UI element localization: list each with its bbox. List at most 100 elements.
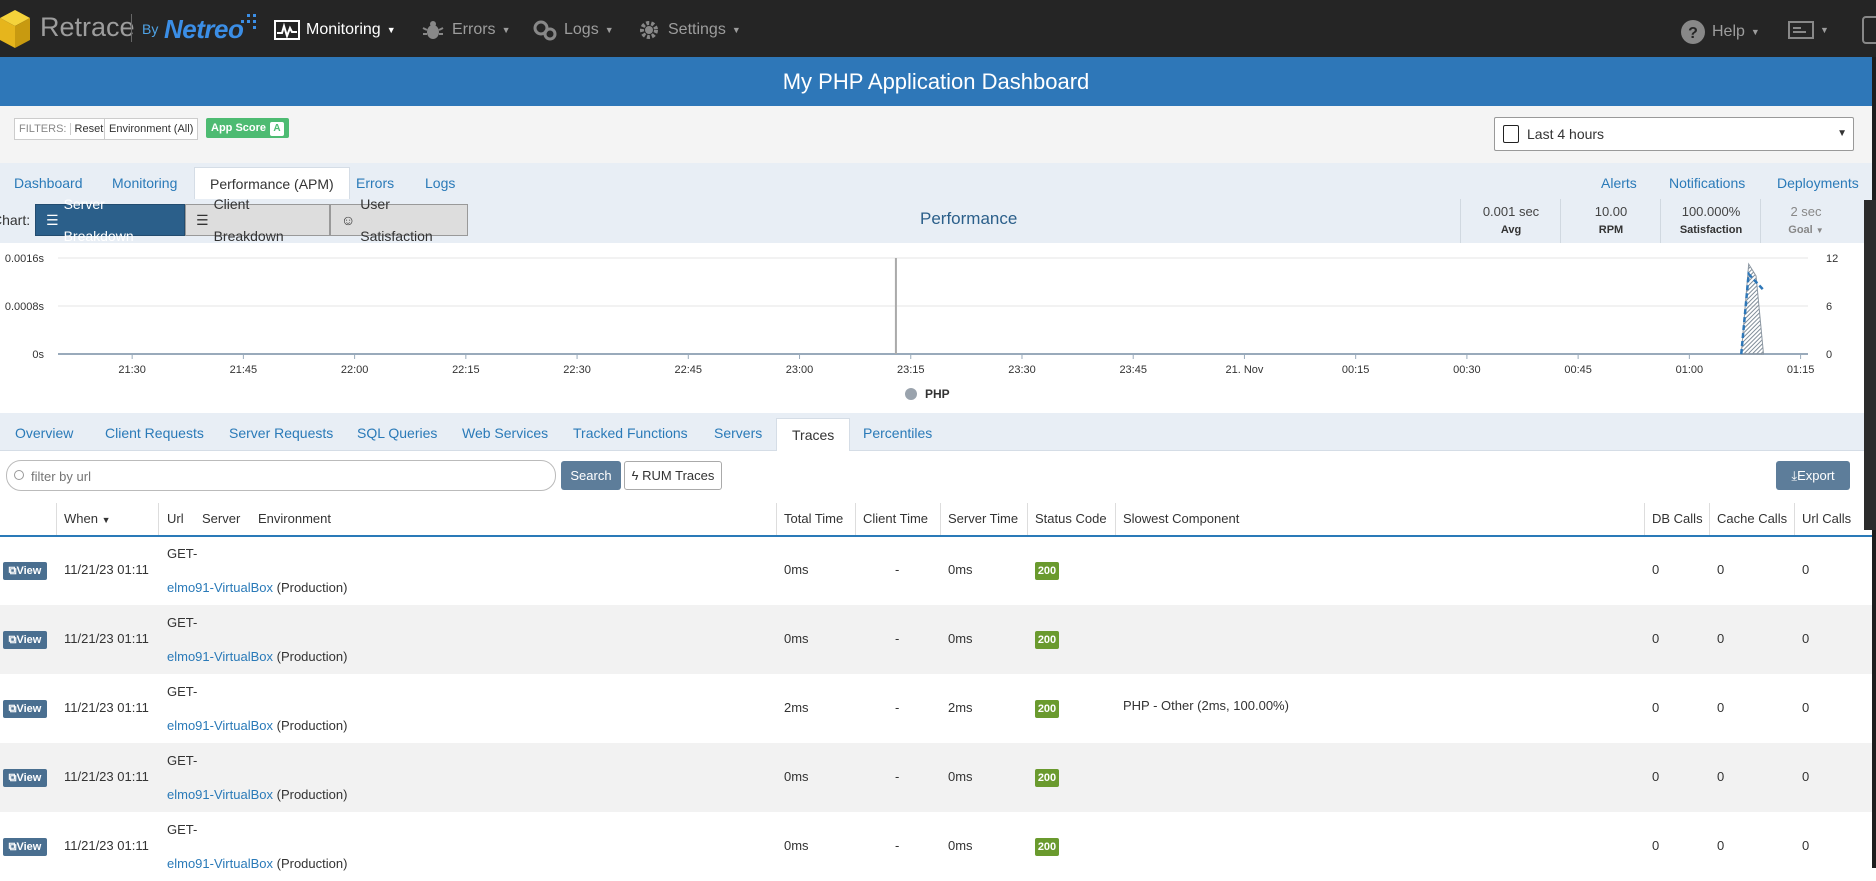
tab-notifications[interactable]: Notifications <box>1669 175 1745 191</box>
chart-legend[interactable]: PHP <box>905 387 950 401</box>
subtab-client-requests[interactable]: Client Requests <box>105 425 204 441</box>
col-cache-calls[interactable]: Cache Calls <box>1717 511 1787 526</box>
chevron-down-icon: ▼ <box>604 25 614 35</box>
environment-filter[interactable]: Environment (All) <box>104 118 199 140</box>
subtab-sql-queries[interactable]: SQL Queries <box>357 425 437 441</box>
stack-icon: ☰ <box>196 212 209 228</box>
user-satisfaction-button[interactable]: ☺ User Satisfaction <box>330 196 468 244</box>
col-url[interactable]: Url <box>167 511 184 526</box>
row-server-link[interactable]: elmo91-VirtualBox <box>167 649 273 664</box>
retrace-brand[interactable]: Retrace <box>40 12 135 43</box>
nav-account-menu[interactable]: ▼ <box>1788 19 1829 41</box>
chart-label: Chart: <box>0 212 31 228</box>
col-when[interactable]: When ▼ <box>64 511 111 526</box>
subtab-overview[interactable]: Overview <box>15 425 73 441</box>
x-tick-label: 21:45 <box>230 364 258 376</box>
subtab-servers[interactable]: Servers <box>714 425 762 441</box>
row-server-time: 0ms <box>948 838 973 853</box>
row-total-time: 0ms <box>784 838 809 853</box>
rum-traces-button[interactable]: ϟ RUM Traces <box>624 461 722 490</box>
col-client-time[interactable]: Client Time <box>863 511 928 526</box>
retrace-logo-icon <box>0 10 30 48</box>
top-navbar: Retrace By Netreo Monitoring ▼ Errors ▼ Lo… <box>0 0 1876 57</box>
col-server-time[interactable]: Server Time <box>948 511 1018 526</box>
row-server-link[interactable]: elmo91-VirtualBox <box>167 718 273 733</box>
tab-alerts[interactable]: Alerts <box>1601 175 1637 191</box>
nav-settings[interactable]: Settings ▼ <box>636 19 741 41</box>
view-label: View <box>16 565 42 577</box>
x-tick-label: 21. Nov <box>1225 364 1263 376</box>
row-url-calls: 0 <box>1802 631 1810 646</box>
row-url-calls: 0 <box>1802 700 1810 715</box>
client-breakdown-button[interactable]: ☰ Client Breakdown <box>185 196 330 244</box>
url-filter-search[interactable] <box>6 460 556 491</box>
nav-errors[interactable]: Errors ▼ <box>420 19 510 41</box>
row-url-link[interactable]: GET- <box>167 753 197 768</box>
row-server-time: 0ms <box>948 631 973 646</box>
subtab-web-services[interactable]: Web Services <box>462 425 548 441</box>
col-environment[interactable]: Environment <box>258 511 331 526</box>
x-tick-label: 23:30 <box>1008 364 1036 376</box>
server-breakdown-button[interactable]: ☰ Server Breakdown <box>35 196 185 244</box>
view-trace-button[interactable]: ⧉View <box>3 631 47 649</box>
x-tick-label: 23:45 <box>1119 364 1147 376</box>
col-url-calls[interactable]: Url Calls <box>1802 511 1851 526</box>
row-url-link[interactable]: GET- <box>167 546 197 561</box>
reset-button[interactable]: Reset <box>69 123 104 135</box>
chevron-down-icon: ▼ <box>501 25 511 35</box>
col-status-code[interactable]: Status Code <box>1035 511 1107 526</box>
stat-goal[interactable]: 2 sec Goal ▼ <box>1760 199 1851 243</box>
row-url-link[interactable]: GET- <box>167 822 197 837</box>
view-label: View <box>16 841 42 853</box>
app-score-filter[interactable]: App Score A <box>206 118 290 138</box>
x-tick-label: 00:15 <box>1342 364 1370 376</box>
row-url-link[interactable]: GET- <box>167 684 197 699</box>
url-filter-input[interactable] <box>29 465 533 487</box>
page-scrollbar-thumb[interactable] <box>1864 200 1876 530</box>
window-icon[interactable] <box>1862 16 1876 44</box>
row-environment: (Production) <box>276 856 348 871</box>
view-trace-button[interactable]: ⧉View <box>3 562 47 580</box>
col-server[interactable]: Server <box>202 511 240 526</box>
export-label: Export <box>1797 468 1835 483</box>
search-button[interactable]: Search <box>561 461 621 490</box>
by-label: By <box>142 21 159 37</box>
view-trace-button[interactable]: ⧉View <box>3 838 47 856</box>
subtab-tracked-functions[interactable]: Tracked Functions <box>573 425 688 441</box>
stat-goal-value: 2 sec <box>1790 204 1822 219</box>
subtab-percentiles[interactable]: Percentiles <box>863 425 932 441</box>
view-trace-button[interactable]: ⧉View <box>3 700 47 718</box>
nav-monitoring[interactable]: Monitoring ▼ <box>274 19 396 41</box>
row-server-link[interactable]: elmo91-VirtualBox <box>167 856 273 871</box>
subtab-traces[interactable]: Traces <box>776 418 851 451</box>
row-db-calls: 0 <box>1652 700 1660 715</box>
subtab-server-requests[interactable]: Server Requests <box>229 425 333 441</box>
time-range-select[interactable]: Last 4 hours ▼ <box>1494 117 1854 151</box>
view-label: View <box>16 634 42 646</box>
x-tick-label: 00:45 <box>1564 364 1592 376</box>
row-total-time: 0ms <box>784 769 809 784</box>
export-button[interactable]: ⤓Export <box>1776 461 1850 490</box>
id-card-icon <box>1788 21 1814 39</box>
view-trace-button[interactable]: ⧉View <box>3 769 47 787</box>
row-url-link[interactable]: GET- <box>167 615 197 630</box>
legend-label-php: PHP <box>925 387 950 401</box>
filters-reset-chip[interactable]: FILTERS: Reset <box>14 118 109 140</box>
nav-help-label: Help <box>1712 23 1745 40</box>
col-slowest-component[interactable]: Slowest Component <box>1123 511 1239 526</box>
row-server-link[interactable]: elmo91-VirtualBox <box>167 580 273 595</box>
row-server-link[interactable]: elmo91-VirtualBox <box>167 787 273 802</box>
chevron-down-icon: ▼ <box>1815 226 1824 235</box>
chevron-down-icon: ▼ <box>1750 27 1760 37</box>
x-tick-label: 22:00 <box>341 364 369 376</box>
nav-logs[interactable]: Logs ▼ <box>532 19 614 41</box>
nav-help[interactable]: ? Help ▼ <box>1680 19 1760 45</box>
col-total-time[interactable]: Total Time <box>784 511 843 526</box>
gears-icon <box>533 20 557 41</box>
row-when: 11/21/23 01:11 <box>64 631 149 646</box>
x-tick-label: 22:30 <box>563 364 591 376</box>
tab-deployments[interactable]: Deployments <box>1777 175 1859 191</box>
table-row: ⧉View 11/21/23 01:11 GET- elmo91-Virtual… <box>0 743 1872 812</box>
stat-satisfaction: 100.000% Satisfaction <box>1660 199 1761 243</box>
col-db-calls[interactable]: DB Calls <box>1652 511 1703 526</box>
